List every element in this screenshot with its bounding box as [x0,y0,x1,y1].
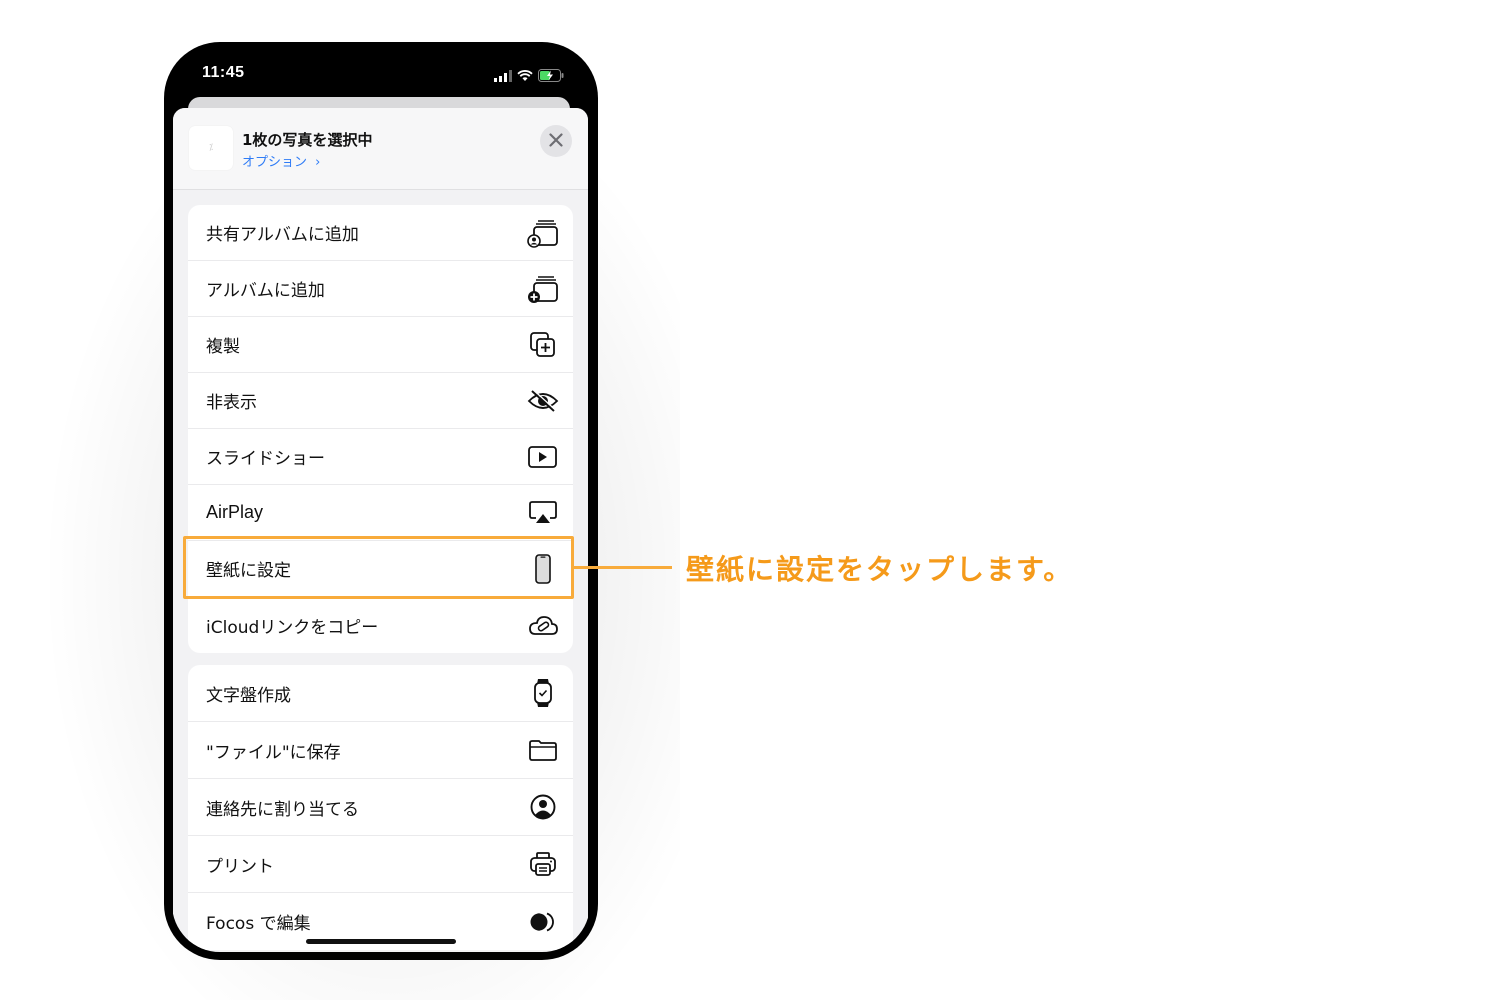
callout-line [574,566,672,569]
status-time: 11:45 [202,64,245,81]
action-label: 複製 [206,337,240,357]
action-label: プリント [206,856,274,877]
shared-album-icon [527,217,559,249]
action-label: 壁紙に設定 [206,561,291,581]
action-label: Focos で編集 [206,914,311,934]
cloud-link-icon [527,609,559,641]
action-label: "ファイル"に保存 [206,742,341,763]
action-add-to-album[interactable]: アルバムに追加 [188,261,573,317]
photo-thumbnail: ⁒ [189,126,233,170]
action-slideshow[interactable]: スライドショー [188,429,573,485]
status-bar: 11:45 [172,50,590,100]
share-sheet: ⁒ 1枚の写真を選択中 オプション › 共有アルバムに追加 アルバムに追加 複製… [173,108,588,952]
status-icons [494,67,564,86]
action-duplicate[interactable]: 複製 [188,317,573,373]
action-label: スライドショー [206,449,325,469]
action-airplay[interactable]: AirPlay [188,485,573,541]
action-assign-to-contact[interactable]: 連絡先に割り当てる [188,779,573,836]
duplicate-icon [527,329,559,361]
iphone-icon [527,553,559,585]
options-link[interactable]: オプション › [242,151,320,170]
action-hide[interactable]: 非表示 [188,373,573,429]
action-create-watch-face[interactable]: 文字盤作成 [188,665,573,722]
action-group-1: 共有アルバムに追加 アルバムに追加 複製 非表示 スライドショー AirPlay… [188,205,573,653]
action-set-wallpaper[interactable]: 壁紙に設定 [188,541,573,597]
close-button[interactable] [540,125,572,157]
callout-text: 壁紙に設定をタップします。 [686,553,1074,586]
action-label: アルバムに追加 [206,281,325,301]
airplay-icon [527,497,559,529]
eye-slash-icon [527,385,559,417]
action-label: AirPlay [206,502,264,522]
action-print[interactable]: プリント [188,836,573,893]
action-label: iCloudリンクをコピー [206,617,379,638]
close-icon [549,132,563,151]
watch-icon [527,677,559,709]
action-copy-icloud-link[interactable]: iCloudリンクをコピー [188,597,573,653]
action-label: 文字盤作成 [206,685,291,706]
action-add-to-shared-album[interactable]: 共有アルバムに追加 [188,205,573,261]
action-label: 非表示 [206,393,257,413]
play-rectangle-icon [527,441,559,473]
chevron-right-icon: › [315,155,321,170]
wifi-icon [517,67,533,86]
action-group-2: 文字盤作成 "ファイル"に保存 連絡先に割り当てる プリント Focos で編集 [188,665,573,950]
phone-frame: 11:45 ⁒ 1枚の写真を選択中 オプション › 共有アルバムに追加 アルバム… [164,42,598,960]
action-save-to-files[interactable]: "ファイル"に保存 [188,722,573,779]
phone-screen: 11:45 ⁒ 1枚の写真を選択中 オプション › 共有アルバムに追加 アルバム… [172,50,590,952]
share-sheet-title: 1枚の写真を選択中 [242,131,373,149]
cellular-signal-icon [494,67,512,86]
person-circle-icon [527,791,559,823]
printer-icon [527,848,559,880]
battery-charging-icon [538,67,564,86]
folder-icon [527,734,559,766]
action-label: 共有アルバムに追加 [206,225,359,245]
focos-icon [527,906,559,938]
add-album-icon [527,273,559,305]
thumbnail-placeholder-icon: ⁒ [208,143,214,153]
options-label: オプション [242,155,308,170]
home-indicator [306,939,456,944]
action-label: 連絡先に割り当てる [206,799,359,820]
share-sheet-header: ⁒ 1枚の写真を選択中 オプション › [173,108,588,190]
